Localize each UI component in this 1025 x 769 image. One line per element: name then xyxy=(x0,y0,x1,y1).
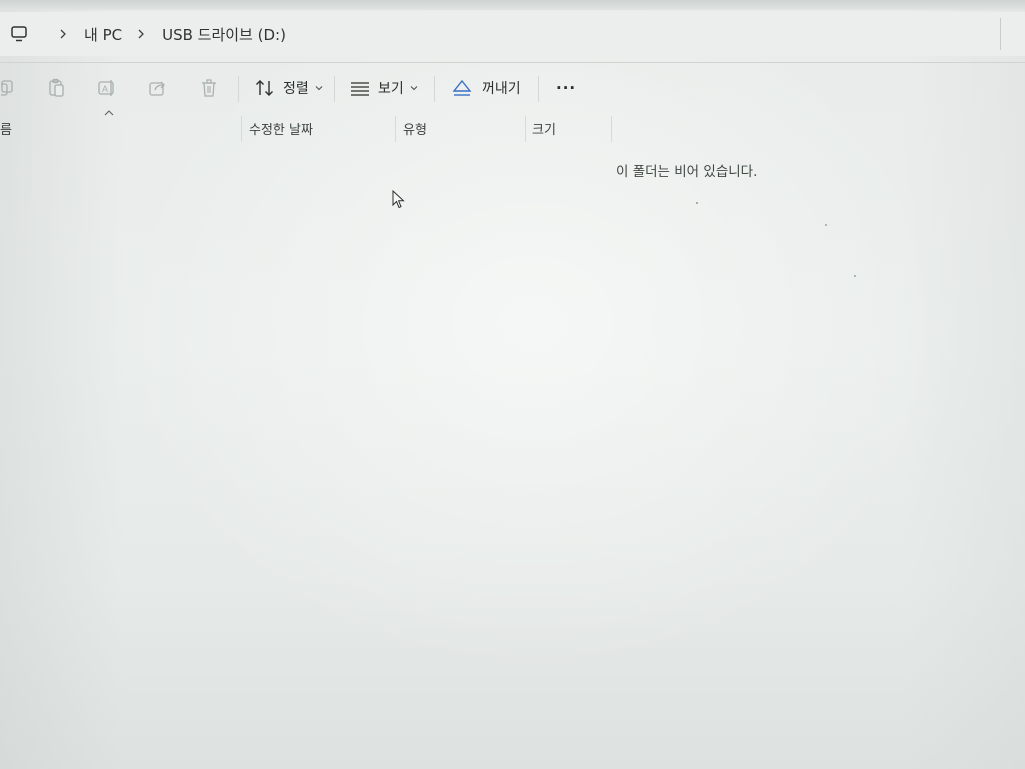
column-header-size-label: 크기 xyxy=(532,122,556,138)
chevron-down-icon xyxy=(315,86,323,91)
sort-button[interactable]: 정렬 xyxy=(255,74,323,102)
eject-button[interactable]: 꺼내기 xyxy=(452,74,521,102)
svg-text:A: A xyxy=(102,84,108,94)
column-divider[interactable] xyxy=(525,116,526,142)
toolbar-separator xyxy=(238,76,239,102)
column-header-size[interactable]: 크기 xyxy=(532,114,610,142)
chevron-down-icon xyxy=(410,86,418,91)
column-divider[interactable] xyxy=(241,116,242,142)
more-icon: ··· xyxy=(556,79,577,97)
column-header-row: 름 수정한 날짜 유형 크기 xyxy=(0,114,1025,142)
view-icon xyxy=(351,82,369,96)
command-bar: A 정렬 보기 꺼내기 ··· xyxy=(0,68,1025,110)
breadcrumb: 내 PC USB 드라이브 (D:) xyxy=(10,24,286,45)
column-header-type[interactable]: 유형 xyxy=(403,114,523,142)
share-icon[interactable] xyxy=(148,78,168,98)
address-bar-border xyxy=(0,62,1025,63)
more-options-button[interactable]: ··· xyxy=(556,74,576,102)
delete-icon[interactable] xyxy=(199,78,219,98)
cursor-icon xyxy=(392,190,405,209)
column-header-date-label: 수정한 날짜 xyxy=(249,122,313,138)
window-top-edge xyxy=(0,0,1025,10)
copy-icon[interactable] xyxy=(0,78,20,98)
empty-folder-message: 이 폴더는 비어 있습니다. xyxy=(616,164,758,180)
screen-speck xyxy=(696,202,698,204)
address-bar[interactable]: 내 PC USB 드라이브 (D:) xyxy=(0,12,1025,56)
sort-icon xyxy=(256,80,273,96)
address-bar-divider xyxy=(1000,18,1001,50)
view-label: 보기 xyxy=(378,81,404,97)
chevron-right-icon[interactable] xyxy=(56,27,70,41)
paste-icon[interactable] xyxy=(47,78,67,98)
toolbar-separator xyxy=(538,76,539,102)
column-header-type-label: 유형 xyxy=(403,122,427,138)
breadcrumb-item-this-pc[interactable]: 내 PC xyxy=(84,24,122,45)
eject-icon xyxy=(452,79,472,96)
rename-icon[interactable]: A xyxy=(97,78,117,98)
toolbar-separator xyxy=(434,76,435,102)
column-divider[interactable] xyxy=(395,116,396,142)
column-divider[interactable] xyxy=(611,116,612,142)
screen-speck xyxy=(825,224,827,226)
column-header-name-label: 름 xyxy=(0,122,12,138)
toolbar-separator xyxy=(334,76,335,102)
breadcrumb-item-usb-drive[interactable]: USB 드라이브 (D:) xyxy=(162,24,286,45)
computer-icon[interactable] xyxy=(10,25,28,43)
screen-speck xyxy=(854,275,856,277)
column-header-date-modified[interactable]: 수정한 날짜 xyxy=(249,114,394,142)
eject-label: 꺼내기 xyxy=(482,81,521,97)
column-header-name[interactable]: 름 xyxy=(0,114,240,142)
sort-label: 정렬 xyxy=(283,81,309,97)
view-button[interactable]: 보기 xyxy=(350,74,418,102)
chevron-right-icon[interactable] xyxy=(134,27,148,41)
